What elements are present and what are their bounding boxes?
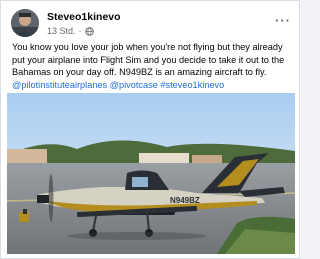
post-meta: 13 Std. ·: [47, 25, 94, 37]
author-avatar[interactable]: [11, 9, 39, 37]
author-name[interactable]: Steveo1kinevo: [47, 11, 121, 23]
post-header: Steveo1kinevo 13 Std. · ···: [11, 9, 293, 39]
post-photo[interactable]: N949BZ: [7, 93, 295, 254]
post-body: You know you love your job when you're n…: [12, 42, 285, 78]
globe-icon: [84, 26, 94, 36]
post-hashtags[interactable]: @pilotinstituteairplanes @pivotcase #ste…: [12, 80, 224, 90]
tail-registration: N949BZ: [170, 196, 200, 205]
post-timestamp[interactable]: 13 Std.: [47, 26, 76, 36]
more-options-icon[interactable]: ···: [275, 13, 291, 28]
meta-separator: ·: [78, 26, 82, 36]
post-text-block: You know you love your job when you're n…: [12, 41, 294, 91]
post-card: Steveo1kinevo 13 Std. · ··· You know you…: [0, 0, 300, 259]
